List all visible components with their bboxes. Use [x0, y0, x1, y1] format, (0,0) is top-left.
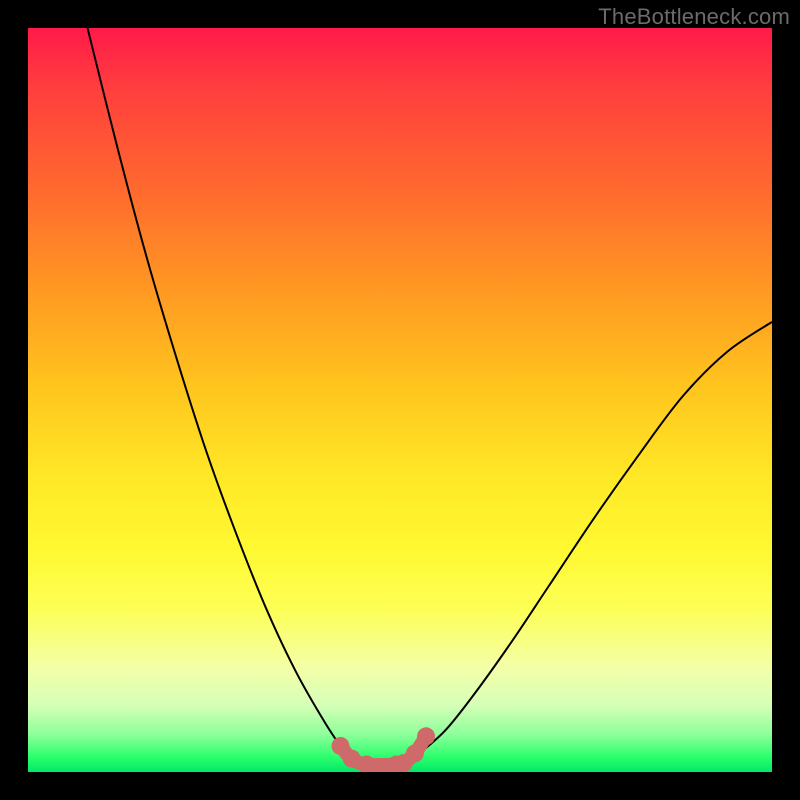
plot-area [28, 28, 772, 772]
chart-frame: TheBottleneck.com [0, 0, 800, 800]
optimal-point [417, 727, 435, 745]
curve-right [415, 322, 772, 757]
watermark-text: TheBottleneck.com [598, 4, 790, 30]
curve-layer [28, 28, 772, 772]
curve-left [88, 28, 348, 757]
optimal-point [406, 744, 424, 762]
